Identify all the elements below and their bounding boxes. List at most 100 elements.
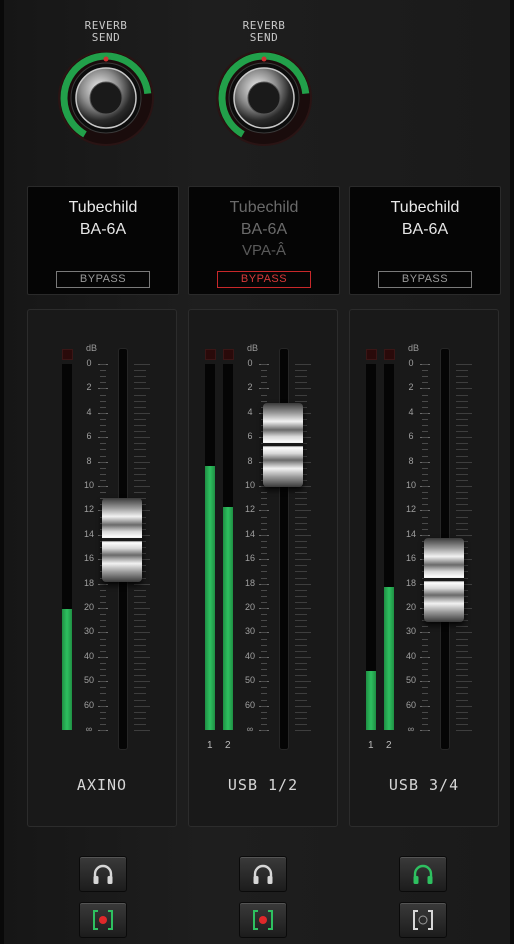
fader-scale-tick: [456, 534, 472, 536]
db-minor-tick: [100, 370, 106, 372]
fader-scale-tick: [456, 364, 472, 365]
db-minor-tick: [100, 656, 106, 658]
db-minor-tick: [422, 711, 428, 713]
db-minor-tick: [261, 492, 267, 494]
plugin-model: BA-6A: [240, 221, 288, 238]
db-tick-label: 60: [244, 699, 255, 710]
db-minor-tick: [422, 461, 428, 463]
fader-scale-tick: [456, 699, 468, 701]
db-minor-tick: [422, 638, 428, 640]
db-tick-label: 60: [83, 699, 94, 710]
fader-scale-tick: [456, 376, 468, 378]
fader-scale-tick: [134, 730, 150, 731]
plugin-slot-1[interactable]: Tubechild BA-6A BYPASS: [27, 186, 179, 295]
db-minor-tick: [261, 589, 267, 591]
db-minor-tick: [100, 394, 106, 396]
fader-scale-tick: [456, 443, 468, 445]
db-minor-tick: [100, 675, 106, 677]
record-arm-button[interactable]: [399, 902, 447, 938]
record-arm-button[interactable]: [79, 902, 127, 938]
db-minor-tick: [422, 669, 428, 670]
db-minor-tick: [422, 498, 428, 500]
db-minor-tick: [422, 730, 428, 731]
fader-scale-tick: [456, 400, 468, 402]
db-minor-tick: [100, 431, 106, 433]
volume-fader[interactable]: [424, 537, 464, 622]
db-tick-label: 2: [247, 382, 253, 393]
bypass-button[interactable]: BYPASS: [56, 271, 150, 288]
record-arm-button[interactable]: [239, 902, 287, 938]
fader-scale-tick: [295, 626, 307, 628]
db-tick-label: 12: [244, 504, 255, 515]
db-minor-tick: [261, 717, 267, 719]
reverb-send-knob[interactable]: [56, 48, 156, 148]
headphones-icon: [253, 864, 273, 884]
db-tick-label: 50: [244, 675, 255, 686]
fader-scale-tick: [134, 699, 146, 701]
plugin-slot-2[interactable]: Tubechild BA-6A VPA-Â BYPASS: [188, 186, 340, 295]
headphones-button[interactable]: [239, 856, 287, 892]
db-minor-tick: [422, 681, 428, 683]
db-minor-tick: [422, 412, 428, 414]
db-tick-label: 4: [86, 406, 92, 417]
fader-scale-tick: [456, 370, 468, 372]
fader-scale-tick: [456, 425, 468, 426]
reverb-send-knob[interactable]: [214, 48, 314, 148]
channel-name: USB 3/4: [388, 776, 460, 794]
headphones-button[interactable]: [79, 856, 127, 892]
db-minor-tick: [422, 650, 428, 652]
db-minor-tick: [261, 656, 267, 658]
clip-indicator: [62, 349, 73, 360]
db-minor-tick: [261, 687, 267, 689]
fader-scale-tick: [134, 675, 146, 677]
db-minor-tick: [100, 638, 106, 640]
db-minor-tick: [261, 370, 267, 372]
fader-scale-tick: [295, 528, 307, 530]
fader-scale-tick: [295, 650, 307, 652]
db-minor-tick: [422, 400, 428, 402]
channel-strip-usb-1-2: 1 2 dB 0 2 4 6 8 10 12 14 16 18 20 30 40 50 60 ∞ USB 1/…: [188, 309, 338, 827]
volume-fader[interactable]: [263, 402, 303, 487]
channel-name: AXINO: [76, 776, 128, 794]
fader-scale-tick: [134, 583, 150, 585]
db-minor-tick: [100, 595, 106, 597]
db-minor-tick: [422, 425, 428, 426]
fader-scale-tick: [295, 370, 307, 372]
db-tick-label: 30: [83, 626, 94, 637]
fader-scale-tick: [295, 516, 307, 518]
fader-scale-tick: [134, 620, 146, 622]
level-meter: [384, 364, 394, 730]
db-minor-tick: [261, 577, 267, 579]
fader-scale-tick: [134, 589, 146, 591]
headphones-button[interactable]: [399, 856, 447, 892]
db-minor-tick: [261, 632, 267, 634]
db-minor-tick: [422, 486, 428, 487]
fader-scale-tick: [134, 492, 146, 494]
db-minor-tick: [261, 723, 267, 725]
fader-scale-tick: [134, 370, 146, 372]
fader-scale-tick: [295, 723, 307, 725]
fader-scale-tick: [295, 681, 311, 683]
volume-fader[interactable]: [102, 497, 142, 582]
fader-scale-tick: [295, 711, 307, 713]
db-minor-tick: [422, 662, 428, 664]
fader-scale-tick: [295, 687, 307, 689]
fader-scale-tick: [456, 644, 468, 646]
db-unit-label: dB: [86, 343, 98, 353]
plugin-slot-3[interactable]: Tubechild BA-6A BYPASS: [349, 186, 501, 295]
db-tick-label: 8: [247, 455, 253, 466]
bypass-button[interactable]: BYPASS: [217, 271, 311, 288]
meter-label: 1: [368, 740, 374, 751]
fader-scale-tick: [456, 638, 468, 640]
fader-scale-tick: [456, 486, 472, 487]
fader-scale-tick: [134, 394, 146, 396]
db-minor-tick: [422, 394, 428, 396]
db-minor-tick: [422, 437, 428, 439]
fader-scale-tick: [134, 486, 150, 487]
fader-scale-tick: [134, 626, 146, 628]
fader-scale-tick: [134, 443, 146, 445]
fader-scale-tick: [456, 431, 468, 433]
bypass-button[interactable]: BYPASS: [378, 271, 472, 288]
level-meter: [205, 364, 215, 730]
fader-scale-tick: [295, 693, 307, 695]
